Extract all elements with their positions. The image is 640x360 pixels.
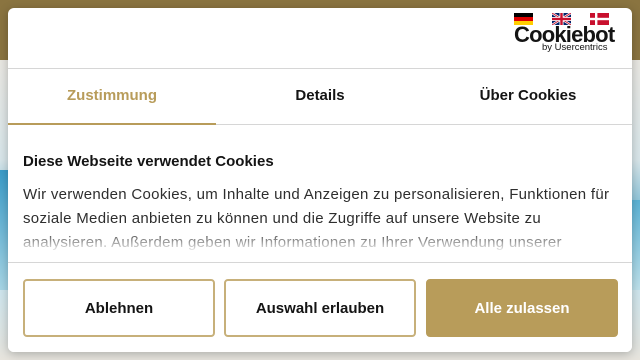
- logo-subtext: by Usercentrics: [542, 42, 608, 53]
- tab-zustimmung[interactable]: Zustimmung: [8, 69, 216, 125]
- dialog-footer: Ablehnen Auswahl erlauben Alle zulassen: [8, 262, 632, 352]
- dialog-header: Cookiebot by Usercentrics: [8, 8, 632, 69]
- tab-details[interactable]: Details: [216, 69, 424, 124]
- allow-selection-button[interactable]: Auswahl erlauben: [224, 279, 416, 337]
- tab-bar: Zustimmung Details Über Cookies: [8, 69, 632, 125]
- allow-all-button[interactable]: Alle zulassen: [426, 279, 618, 337]
- decline-button[interactable]: Ablehnen: [23, 279, 215, 337]
- tab-ueber-cookies[interactable]: Über Cookies: [424, 69, 632, 124]
- content-title: Diese Webseite verwendet Cookies: [23, 153, 274, 170]
- content-fade-overlay: [8, 230, 632, 262]
- cookie-consent-dialog: Cookiebot by Usercentrics Zustimmung Det…: [8, 8, 632, 352]
